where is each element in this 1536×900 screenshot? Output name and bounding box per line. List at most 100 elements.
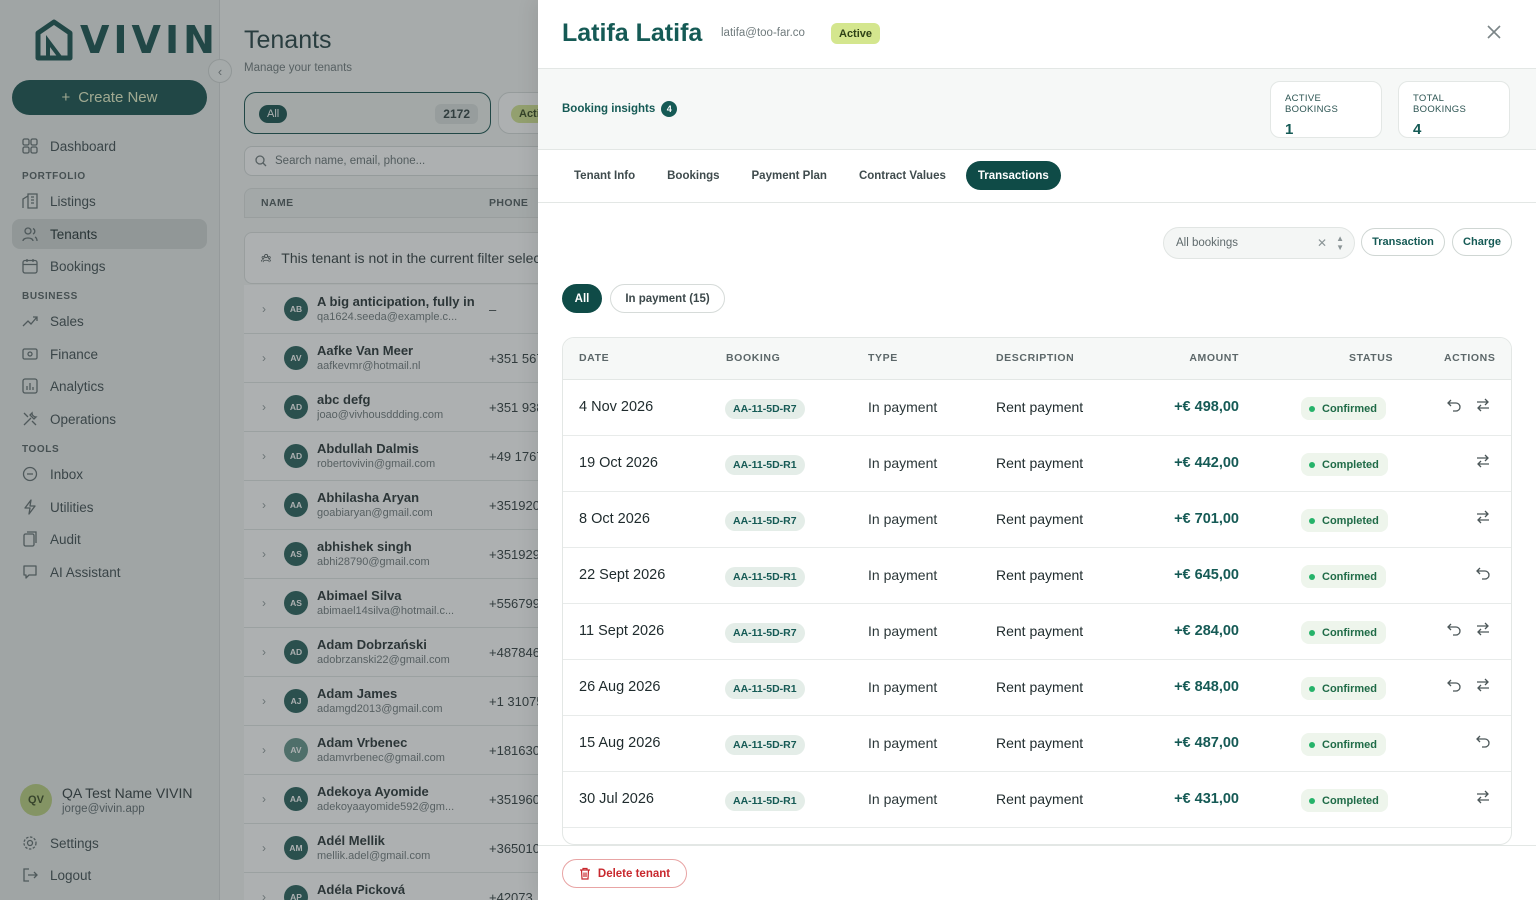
chevron-right-icon[interactable]: › [262, 890, 266, 900]
booking-insights-label: Booking insights [562, 103, 656, 115]
sidebar-item-ai-assistant[interactable]: AI Assistant [12, 557, 207, 587]
transfer-icon[interactable] [1474, 676, 1492, 694]
filter-all-transactions[interactable]: All [562, 284, 602, 313]
filter-card-all[interactable]: All 2172 [244, 92, 491, 134]
collapse-sidebar-button[interactable]: ‹ [208, 59, 232, 83]
tab-contract-values[interactable]: Contract Values [847, 161, 958, 190]
sidebar-item-utilities[interactable]: Utilities [12, 492, 207, 522]
filter-card-active[interactable]: Active [498, 92, 538, 134]
transfer-icon[interactable] [1474, 452, 1492, 470]
revert-icon[interactable] [1445, 620, 1463, 638]
transaction-type: In payment [868, 791, 938, 807]
revert-icon[interactable] [1445, 396, 1463, 414]
sidebar-item-listings[interactable]: Listings [12, 186, 207, 216]
sidebar-item-dashboard[interactable]: Dashboard [12, 131, 207, 161]
revert-icon[interactable] [1445, 676, 1463, 694]
table-row[interactable]: 11 Sept 2026 AA-11-5D-R7 In payment Rent pa… [563, 604, 1511, 660]
sidebar-item-operations[interactable]: Operations [12, 404, 207, 434]
table-row[interactable]: › AA Abhilasha Aryan goabiaryan@gmail.com +3… [244, 481, 538, 530]
chevron-right-icon[interactable]: › [262, 841, 266, 855]
tab-tenant-info[interactable]: Tenant Info [562, 161, 647, 190]
chevron-right-icon[interactable]: › [262, 645, 266, 659]
table-row[interactable]: 22 Sept 2026 AA-11-5D-R1 In payment Rent pa… [563, 548, 1511, 604]
chevron-right-icon[interactable]: › [262, 449, 266, 463]
transfer-icon[interactable] [1474, 788, 1492, 806]
sidebar-item-label: Tenants [50, 226, 98, 242]
booking-badge[interactable]: AA-11-5D-R7 [725, 511, 805, 531]
sidebar-item-tenants[interactable]: Tenants [12, 219, 207, 249]
transaction-date: 11 Sept 2026 [579, 623, 665, 639]
clear-icon[interactable]: ✕ [1317, 236, 1327, 250]
column-name[interactable]: NAME [261, 197, 294, 209]
booking-badge[interactable]: AA-11-5D-R1 [725, 567, 805, 587]
booking-insights-toggle[interactable]: Booking insights 4 [562, 101, 678, 117]
bookings-select[interactable]: All bookings ✕ ▲ ▼ [1163, 227, 1355, 259]
chevron-right-icon[interactable]: › [262, 792, 266, 806]
table-row[interactable]: 30 Jul 2026 AA-11-5D-R1 In payment Rent pay… [563, 772, 1511, 828]
delete-tenant-button[interactable]: Delete tenant [562, 859, 687, 888]
logout-link[interactable]: Logout [12, 860, 207, 890]
search-input[interactable]: Search name, email, phone... [244, 146, 538, 176]
table-row[interactable]: › AJ Adam James adamgd2013@gmail.com +1 3107… [244, 677, 538, 726]
tenants-page: Tenants Manage your tenants All 2172 Act… [220, 0, 538, 900]
sidebar-item-inbox[interactable]: Inbox [12, 459, 207, 489]
chevron-right-icon[interactable]: › [262, 498, 266, 512]
app-logo[interactable]: VIVIN [34, 18, 219, 62]
booking-badge[interactable]: AA-11-5D-R1 [725, 791, 805, 811]
tab-payment-plan[interactable]: Payment Plan [740, 161, 839, 190]
table-row[interactable]: › AD Adam Dobrzański adobrzanski22@gmail.co… [244, 628, 538, 677]
table-row[interactable]: › AV Aafke Van Meer aafkevmr@hotmail.nl +351… [244, 334, 538, 383]
table-row[interactable]: › AV Adam Vrbenec adamvrbenec@gmail.com +181… [244, 726, 538, 775]
chevron-right-icon[interactable]: › [262, 743, 266, 757]
chevron-right-icon[interactable]: › [262, 302, 266, 316]
sidebar-item-finance[interactable]: Finance [12, 339, 207, 369]
booking-badge[interactable]: AA-11-5D-R7 [725, 623, 805, 643]
chevron-right-icon[interactable]: › [262, 547, 266, 561]
filter-in-payment[interactable]: In payment (15) [610, 284, 725, 313]
table-row[interactable]: › AD abc defg joao@vivhousddding.com +351 93… [244, 383, 538, 432]
close-icon[interactable] [1484, 22, 1504, 42]
table-row[interactable]: › AS Abimael Silva abimael14silva@hotmail.c… [244, 579, 538, 628]
drawer-header: Latifa Latifa latifa@too-far.co Active [538, 0, 1536, 69]
add-charge-button[interactable]: Charge [1452, 228, 1512, 256]
table-row[interactable]: › AM Adél Mellik mellik.adel@gmail.com +3650… [244, 824, 538, 873]
sidebar-item-analytics[interactable]: Analytics [12, 371, 207, 401]
tab-bookings[interactable]: Bookings [655, 161, 731, 190]
booking-badge[interactable]: AA-11-5D-R1 [725, 679, 805, 699]
column-phone[interactable]: PHONE [489, 197, 528, 209]
booking-badge[interactable]: AA-11-5D-R7 [725, 399, 805, 419]
logo-text: VIVIN [80, 18, 219, 62]
settings-link[interactable]: Settings [12, 828, 207, 858]
add-transaction-button[interactable]: Transaction [1361, 228, 1445, 256]
booking-badge[interactable]: AA-11-5D-R7 [725, 735, 805, 755]
chevron-right-icon[interactable]: › [262, 694, 266, 708]
table-row[interactable]: › AD Abdullah Dalmis robertovivin@gmail.com… [244, 432, 538, 481]
user-profile[interactable]: QV QA Test Name VIVIN jorge@vivin.app [20, 784, 192, 816]
table-row[interactable]: › AB A big anticipation, fully in qa1624.se… [244, 285, 538, 334]
section-tools: TOOLS [22, 444, 60, 455]
chevron-right-icon[interactable]: › [262, 596, 266, 610]
table-row[interactable]: 8 Oct 2026 AA-11-5D-R7 In payment Rent paym… [563, 492, 1511, 548]
tab-transactions[interactable]: Transactions [965, 161, 1061, 190]
table-row[interactable]: 4 Nov 2026 AA-11-5D-R7 In payment Rent paym… [563, 380, 1511, 436]
column-amount: AMOUNT [1189, 352, 1239, 364]
table-row[interactable]: 26 Aug 2026 AA-11-5D-R1 In payment Rent pay… [563, 660, 1511, 716]
transfer-icon[interactable] [1474, 508, 1492, 526]
sidebar-item-sales[interactable]: Sales [12, 306, 207, 336]
revert-icon[interactable] [1474, 732, 1492, 750]
transfer-icon[interactable] [1474, 620, 1492, 638]
chevron-right-icon[interactable]: › [262, 400, 266, 414]
booking-badge[interactable]: AA-11-5D-R1 [725, 455, 805, 475]
table-row[interactable]: › AA Adekoya Ayomide adekoyaayomide592@gm..… [244, 775, 538, 824]
revert-icon[interactable] [1474, 564, 1492, 582]
table-row[interactable]: 19 Oct 2026 AA-11-5D-R1 In payment Rent pay… [563, 436, 1511, 492]
create-new-button[interactable]: + Create New [12, 80, 207, 115]
table-row[interactable]: 15 Aug 2026 AA-11-5D-R7 In payment Rent pay… [563, 716, 1511, 772]
table-row[interactable]: › AS abhishek singh abhi28790@gmail.com +351… [244, 530, 538, 579]
transfer-icon[interactable] [1474, 396, 1492, 414]
tenant-row-email: aafkevmr@hotmail.nl [317, 360, 421, 372]
chevron-right-icon[interactable]: › [262, 351, 266, 365]
sidebar-item-audit[interactable]: Audit [12, 524, 207, 554]
sidebar-item-bookings[interactable]: Bookings [12, 251, 207, 281]
table-row[interactable]: › AP Adéla Picková +42073 [244, 873, 538, 900]
